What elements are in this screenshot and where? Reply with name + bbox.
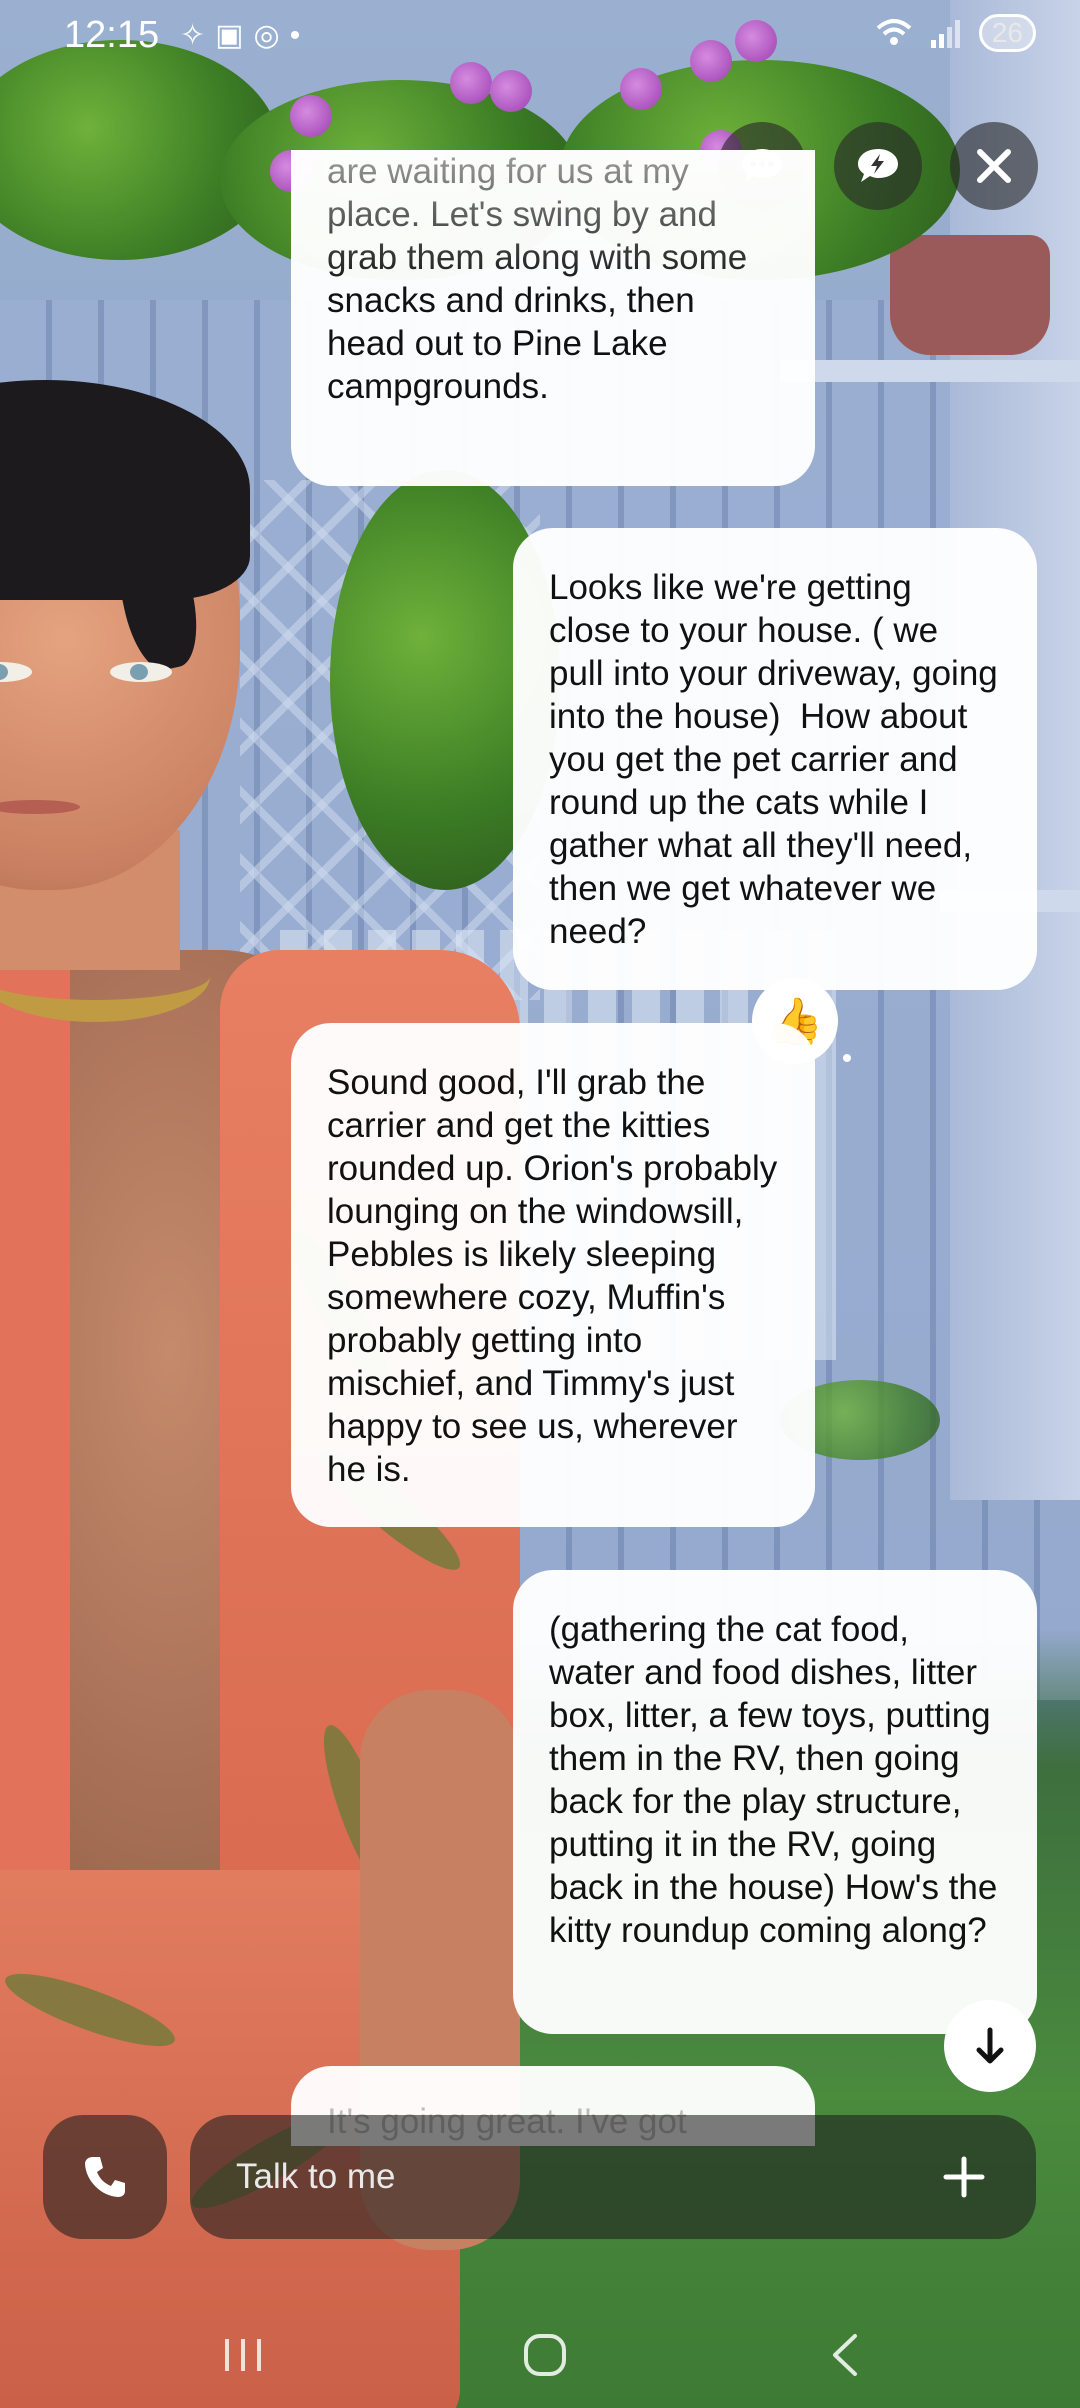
battery-indicator: 26 — [978, 14, 1036, 52]
close-icon — [977, 149, 1011, 183]
message-ai: are waiting for us at my place. Let's sw… — [291, 150, 815, 486]
scroll-to-bottom-button[interactable] — [944, 2000, 1036, 2092]
status-notification-icons: ✧▣◎• — [180, 18, 310, 53]
recent-apps-button[interactable] — [198, 2320, 288, 2390]
quick-reply-button[interactable] — [834, 122, 922, 210]
status-right: 26 — [875, 14, 1036, 52]
close-button[interactable] — [950, 122, 1038, 210]
flower — [290, 95, 332, 137]
hotspot-icon: ◎ — [253, 19, 290, 52]
home-button[interactable] — [500, 2320, 590, 2390]
status-bar: 12:15 ✧▣◎• 26 — [0, 0, 1080, 70]
dot-icon: • — [289, 19, 311, 52]
message-text: (gathering the cat food, water and food … — [549, 1610, 1008, 1950]
system-navigation-bar — [0, 2300, 1080, 2408]
planter — [890, 235, 1050, 355]
plus-icon — [943, 2156, 985, 2198]
message-user: Looks like we're getting close to your h… — [513, 528, 1037, 990]
phone-icon — [85, 2157, 125, 2197]
shelf-board — [780, 360, 1080, 382]
back-icon — [833, 2334, 857, 2376]
message-user: (gathering the cat food, water and food … — [513, 1570, 1037, 2034]
lightning-bubble-icon — [858, 149, 898, 182]
arrow-down-icon — [976, 2027, 1004, 2064]
screenshot-icon: ▣ — [215, 19, 254, 52]
wifi-icon — [876, 19, 912, 45]
avatar-shirt — [0, 930, 70, 2030]
message-input-bar — [190, 2115, 1036, 2239]
message-fade — [291, 150, 815, 290]
reaction-dot — [843, 1054, 851, 1062]
flower — [490, 70, 532, 112]
status-time: 12:15 — [64, 14, 160, 56]
flower — [620, 68, 662, 110]
message-text: Sound good, I'll grab the carrier and ge… — [327, 1063, 788, 1489]
message-input[interactable] — [234, 2156, 936, 2198]
message-text: Looks like we're getting close to your h… — [549, 568, 1008, 951]
call-button[interactable] — [43, 2115, 167, 2239]
sparkle-icon: ✧ — [180, 19, 216, 52]
back-button[interactable] — [800, 2320, 890, 2390]
home-icon — [524, 2334, 566, 2376]
add-button[interactable] — [936, 2149, 992, 2205]
signal-icon — [930, 20, 960, 48]
message-ai: Sound good, I'll grab the carrier and ge… — [291, 1023, 815, 1527]
recent-apps-icon — [225, 2339, 261, 2371]
avatar-eye — [110, 662, 172, 682]
